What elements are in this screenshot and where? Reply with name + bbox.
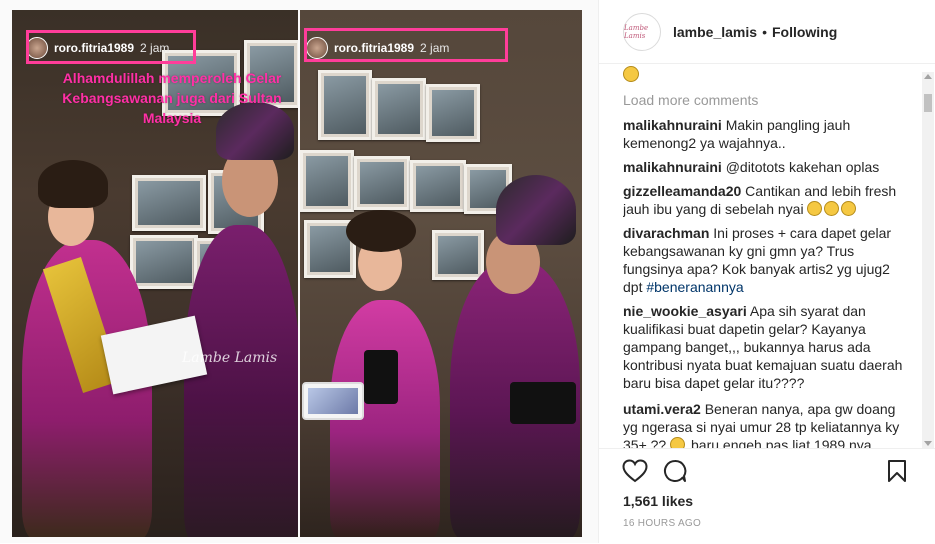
comment-username[interactable]: malikahnuraini bbox=[623, 159, 722, 175]
comment-bubble-icon bbox=[664, 459, 687, 482]
emoji-icon bbox=[670, 437, 686, 448]
comment-username[interactable]: malikahnuraini bbox=[623, 117, 722, 133]
wall-photo bbox=[300, 150, 354, 212]
wall-photo bbox=[132, 175, 206, 231]
avatar[interactable]: Lambe Lamis bbox=[623, 12, 661, 51]
story-screenshot-left: roro.fitria1989 2 jam Alhamdulillah memp… bbox=[12, 10, 298, 537]
woman-hair bbox=[38, 160, 108, 208]
comment-username[interactable]: gizzelleamanda20 bbox=[623, 183, 741, 199]
comments-list: Load more comments malikahnuraini Makin … bbox=[623, 64, 913, 448]
comment: malikahnuraini Makin pangling jauh kemen… bbox=[623, 116, 913, 152]
watermark: Lambe Lamis bbox=[182, 350, 278, 366]
separator-dot: • bbox=[762, 23, 767, 40]
wall-photo bbox=[354, 156, 410, 210]
wall-photo bbox=[410, 160, 466, 212]
wall-photo bbox=[426, 84, 480, 142]
post-timestamp[interactable]: 16 HOURS AGO bbox=[623, 518, 701, 529]
emoji-icon bbox=[824, 201, 840, 216]
following-button[interactable]: Following bbox=[772, 24, 837, 40]
story-overlay-text: Alhamdulillah memperoleh Gelar Kebangsaw… bbox=[62, 70, 282, 126]
heart-icon bbox=[622, 459, 648, 483]
comment-button[interactable] bbox=[661, 457, 689, 485]
wall-photo bbox=[318, 70, 372, 140]
like-button[interactable] bbox=[621, 457, 649, 485]
highlight-box bbox=[26, 30, 196, 64]
comment-username[interactable]: nie_wookie_asyari bbox=[623, 303, 747, 319]
hashtag-link[interactable]: #beneranannya bbox=[646, 279, 743, 295]
comment-username[interactable]: utami.vera2 bbox=[623, 401, 701, 417]
emoji-icon bbox=[807, 201, 823, 216]
post-username[interactable]: lambe_lamis bbox=[673, 24, 757, 40]
emoji-icon bbox=[623, 66, 639, 82]
likes-count[interactable]: 1,561 likes bbox=[623, 493, 693, 509]
bookmark-icon bbox=[888, 460, 906, 482]
scrollbar-thumb[interactable] bbox=[924, 94, 932, 112]
post-sidebar: Lambe Lamis lambe_lamis • Following Load… bbox=[598, 0, 935, 543]
wall-photo bbox=[432, 230, 484, 280]
wall-photo bbox=[372, 78, 426, 140]
post-media[interactable]: roro.fitria1989 2 jam Alhamdulillah memp… bbox=[0, 0, 598, 543]
man-hat bbox=[496, 175, 576, 245]
comment: gizzelleamanda20 Cantikan and lebih fres… bbox=[623, 182, 913, 218]
camera bbox=[364, 350, 398, 404]
comment: nie_wookie_asyari Apa sih syarat dan kua… bbox=[623, 302, 913, 392]
wall-photo bbox=[130, 235, 198, 289]
scroll-down-arrow-icon[interactable] bbox=[924, 441, 932, 446]
save-button[interactable] bbox=[883, 457, 911, 485]
phone bbox=[302, 382, 364, 420]
avatar-text: Lambe Lamis bbox=[624, 23, 649, 40]
post-actions: 1,561 likes 16 HOURS AGO bbox=[599, 448, 935, 544]
story-screenshot-right: roro.fitria1989 2 jam bbox=[300, 10, 582, 537]
comment-text: @ditotots kakehan oplas bbox=[725, 159, 880, 175]
comment-username[interactable]: divarachman bbox=[623, 225, 709, 241]
comment: utami.vera2 Beneran nanya, apa gw doang … bbox=[623, 400, 913, 448]
emoji-icon bbox=[841, 201, 857, 216]
comment: malikahnuraini @ditotots kakehan oplas bbox=[623, 158, 913, 176]
post-header: Lambe Lamis lambe_lamis • Following bbox=[599, 0, 935, 64]
comment: divarachman Ini proses + cara dapet gela… bbox=[623, 224, 913, 296]
camera bbox=[510, 382, 576, 424]
highlight-box bbox=[304, 28, 508, 62]
comment-text-continued: baru engeh pas liat 1989 nya bbox=[691, 437, 872, 448]
man-figure bbox=[184, 225, 298, 537]
load-more-comments[interactable]: Load more comments bbox=[623, 91, 758, 109]
comments-scrollbar[interactable] bbox=[922, 72, 934, 448]
scroll-up-arrow-icon[interactable] bbox=[924, 74, 932, 79]
woman-hair bbox=[346, 210, 416, 252]
